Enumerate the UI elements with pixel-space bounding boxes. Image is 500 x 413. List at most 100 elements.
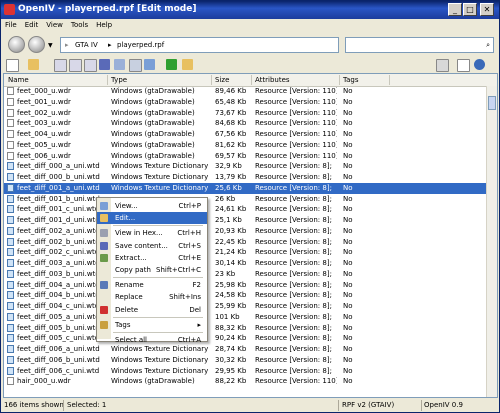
cell-name: feet_001_u.wdr [17, 97, 71, 106]
table-row[interactable]: feet_diff_004_b_uni.wtd 24,58 Kb Resource … [4, 290, 497, 301]
menu-tools[interactable]: Tools [67, 20, 92, 30]
table-row[interactable]: feet_diff_001_b_uni.wtd 26 Kb Resource [Ve… [4, 194, 497, 205]
search-icon[interactable]: ⌕ [486, 41, 490, 50]
context-menu-item[interactable]: Replace Shift+Ins [97, 291, 207, 303]
path-segment-file[interactable]: playerped.rpf [117, 41, 164, 49]
cell-size: 22,45 Kb [215, 237, 247, 246]
context-menu-item[interactable]: View in Hex... Ctrl+H [97, 227, 207, 239]
menu-file[interactable]: File [1, 20, 21, 30]
menu-item-shortcut: Shift+Ctrl+C [156, 266, 201, 274]
cell-name: feet_diff_001_a_uni.wtd [17, 183, 100, 192]
texture-file-icon [7, 334, 14, 343]
table-row[interactable]: feet_diff_000_a_uni.wtd Windows Texture D… [4, 161, 497, 172]
menu-item-label: Tags [115, 320, 131, 329]
save-icon[interactable] [99, 59, 110, 70]
preview-pane-icon[interactable] [457, 59, 470, 72]
cell-type: Windows Texture Dictionary [111, 355, 209, 364]
export-icon[interactable] [114, 59, 125, 70]
table-row[interactable]: feet_002_u.wdr Windows (gtaDrawable) 73,67… [4, 108, 497, 119]
path-segment-root[interactable]: GTA IV [75, 41, 98, 49]
add-icon[interactable] [166, 59, 177, 70]
table-row[interactable]: feet_diff_005_a_uni.wtd 101 Kb Resource [V… [4, 312, 497, 323]
table-row[interactable]: feet_diff_002_b_uni.wtd 22,45 Kb Resource … [4, 237, 497, 248]
context-menu-item[interactable]: Copy path Shift+Ctrl+C [97, 264, 207, 276]
table-row[interactable]: feet_003_u.wdr Windows (gtaDrawable) 84,68… [4, 118, 497, 129]
table-row[interactable]: feet_diff_001_c_uni.wtd 24,61 Kb Resource … [4, 204, 497, 215]
context-menu-item[interactable]: View... Ctrl+P [97, 200, 207, 212]
table-row[interactable]: feet_diff_003_b_uni.wtd 23 Kb Resource [Ve… [4, 269, 497, 280]
texture-file-icon [7, 302, 14, 310]
table-row[interactable]: feet_diff_001_d_uni.wtd 25,1 Kb Resource [… [4, 215, 497, 226]
help-icon[interactable] [474, 59, 485, 70]
cell-size: 20,93 Kb [215, 226, 247, 235]
column-size[interactable]: Size [215, 76, 229, 84]
column-name[interactable]: Name [8, 76, 29, 84]
forward-button[interactable] [28, 36, 45, 53]
table-row[interactable]: feet_006_u.wdr Windows (gtaDrawable) 69,57… [4, 151, 497, 162]
context-menu-item[interactable]: Save content... Ctrl+S [97, 240, 207, 252]
new-icon[interactable] [6, 59, 19, 72]
context-menu-item[interactable]: Extract... Ctrl+E [97, 252, 207, 264]
context-menu-item[interactable]: Edit... [97, 212, 207, 225]
table-row[interactable]: feet_diff_002_a_uni.wtd 20,93 Kb Resource … [4, 226, 497, 237]
title-bar[interactable]: OpenIV - playerped.rpf [Edit mode] _ □ ✕ [1, 1, 499, 19]
table-row[interactable]: feet_diff_001_a_uni.wtd Windows Texture D… [4, 182, 497, 194]
cell-tags: No [343, 334, 353, 343]
view-mode-icon[interactable] [436, 59, 449, 72]
history-dropdown-icon[interactable]: ▼ [48, 42, 53, 49]
table-row[interactable]: feet_diff_000_b_uni.wtd Windows Texture D… [4, 172, 497, 183]
context-menu-item[interactable]: Select all Ctrl+A [97, 334, 207, 346]
context-menu-item[interactable]: Rename F2 [97, 279, 207, 291]
close-button[interactable]: ✕ [480, 3, 494, 16]
table-row[interactable]: feet_diff_005_c_uni.wtdWindows Texture D… [4, 333, 497, 344]
hex-icon [100, 229, 108, 238]
table-row[interactable]: feet_diff_006_b_uni.wtd Windows Texture D… [4, 355, 497, 366]
table-row[interactable]: feet_005_u.wdr Windows (gtaDrawable) 81,62… [4, 140, 497, 151]
table-row[interactable]: feet_diff_005_b_uni.wtdWindows Texture D… [4, 323, 497, 334]
cell-size: 24,61 Kb [215, 205, 247, 214]
cell-attr: Resource [Version: 8]; [255, 205, 332, 214]
cut-icon[interactable] [84, 59, 97, 72]
maximize-button[interactable]: □ [463, 3, 477, 16]
column-tags[interactable]: Tags [343, 76, 359, 84]
table-row[interactable]: feet_diff_004_a_uni.wtd 25,98 Kb Resource … [4, 280, 497, 291]
cell-type: Windows (gtaDrawable) [111, 87, 195, 95]
column-type[interactable]: Type [111, 76, 127, 84]
table-row[interactable]: feet_diff_003_a_uni.wtd 30,14 Kb Resource … [4, 258, 497, 269]
properties-icon[interactable] [129, 59, 142, 72]
table-row[interactable]: feet_diff_002_c_uni.wtd 21,24 Kb Resource … [4, 247, 497, 258]
paste-icon[interactable] [69, 59, 82, 72]
context-menu-item[interactable]: Tags ▸ [97, 319, 207, 331]
table-row[interactable]: feet_diff_004_c_uni.wtd 25,99 Kb Resource … [4, 301, 497, 312]
cell-attr: Resource [Version: 110]; [255, 108, 337, 117]
path-breadcrumb[interactable]: ▸ GTA IV ▸ playerped.rpf [60, 37, 339, 53]
menu-help[interactable]: Help [92, 20, 116, 30]
cell-attr: Resource [Version: 8]; [255, 173, 332, 181]
table-row[interactable]: feet_diff_006_a_uni.wtd Windows Texture D… [4, 344, 497, 355]
menu-edit[interactable]: Edit [21, 20, 43, 30]
table-row[interactable]: feet_001_u.wdr Windows (gtaDrawable) 65,48… [4, 97, 497, 108]
back-button[interactable] [8, 36, 25, 53]
menu-view[interactable]: View [42, 20, 67, 30]
copy-icon[interactable] [54, 59, 67, 72]
minimize-button[interactable]: _ [448, 3, 462, 16]
table-row[interactable]: feet_004_u.wdr Windows (gtaDrawable) 67,56… [4, 129, 497, 140]
scrollbar-thumb[interactable] [488, 96, 496, 110]
table-row[interactable]: feet_diff_006_c_uni.wtd Windows Texture D… [4, 366, 497, 377]
cell-size: 23 Kb [215, 269, 236, 278]
table-row[interactable]: hair_000_u.wdr Windows (gtaDrawable) 88,22… [4, 376, 497, 387]
cell-attr: Resource [Version: 110]; [255, 119, 337, 128]
menu-item-label: Extract... [115, 253, 147, 262]
cell-size: 21,24 Kb [215, 248, 247, 257]
new-folder-icon[interactable] [182, 59, 193, 70]
context-menu-item[interactable]: Delete Del [97, 304, 207, 316]
open-folder-icon[interactable] [28, 59, 39, 70]
column-attributes[interactable]: Attributes [255, 76, 290, 84]
table-row[interactable]: feet_000_u.wdr Windows (gtaDrawable) 89,46… [4, 86, 497, 97]
texture-file-icon [7, 345, 14, 353]
vertical-scrollbar[interactable] [486, 86, 497, 397]
search-input[interactable]: ⌕ [345, 37, 494, 53]
import-icon[interactable] [144, 59, 155, 70]
cell-type: Windows (gtaDrawable) [111, 119, 195, 128]
cell-attr: Resource [Version: 8]; [255, 269, 332, 278]
